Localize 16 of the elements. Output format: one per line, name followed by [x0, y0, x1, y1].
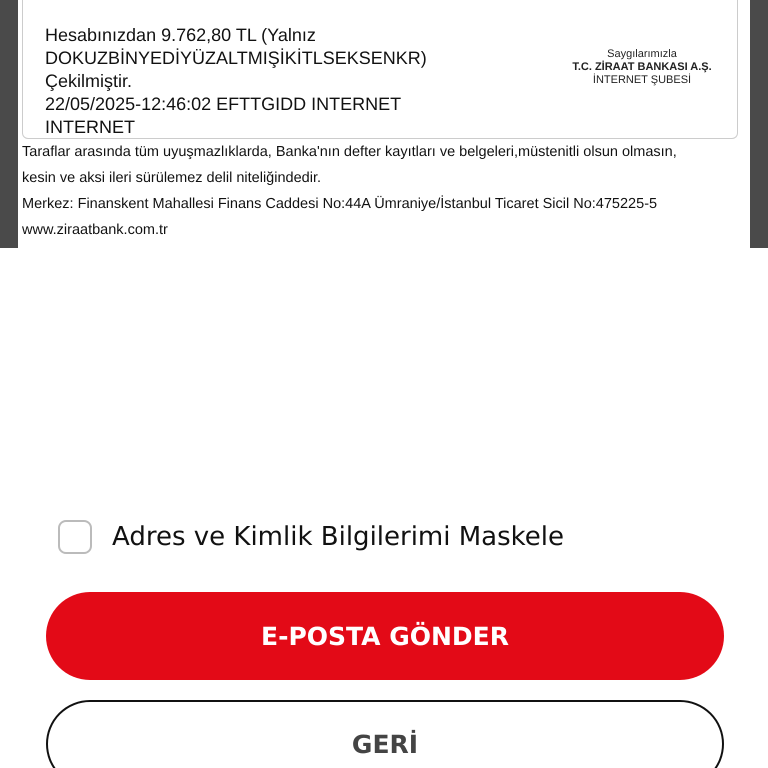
- receipt-text: DOKUZBİNYEDİYÜZALTMIŞİKİTLSEKSENKR): [45, 47, 428, 70]
- receipt-text: INTERNET: [45, 116, 136, 139]
- receipt-text: Çekilmiştir.: [45, 70, 134, 93]
- send-email-button[interactable]: E-POSTA GÖNDER: [46, 592, 724, 680]
- footer-text: Taraflar arasında tüm uyuşmazlıklarda, Banka'nın defter kayıtları ve belgeleri,müstenitli olsun olmasın,: [22, 143, 678, 162]
- footer-text: Merkez: Finanskent Mahallesi Finans Caddesi No:44A Ümraniye/İstanbul Ticaret Sicil No:475225-5: [22, 194, 658, 214]
- receipt-text: 22/05/2025-12:46:02 EFTTGIDD INTERNET: [45, 93, 402, 116]
- footer-text: kesin ve aksi ileri sürülemez delil niteliğindedir.: [22, 169, 322, 188]
- checkbox[interactable]: [58, 520, 92, 554]
- footer-text: www.ziraatbank.com.tr: [22, 221, 169, 240]
- signature-bank: T.C. ZİRAAT BANKASI A.Ş.: [571, 61, 713, 74]
- back-button[interactable]: GERİ: [46, 700, 724, 768]
- checkbox-label: Adres ve Kimlik Bilgilerimi Maskele: [112, 522, 564, 552]
- signature-greeting: Saygılarımızla: [606, 48, 678, 60]
- signature-branch: İNTERNET ŞUBESİ: [592, 74, 692, 87]
- receipt-text: Hesabınızdan 9.762,80 TL (Yalnız: [45, 24, 317, 47]
